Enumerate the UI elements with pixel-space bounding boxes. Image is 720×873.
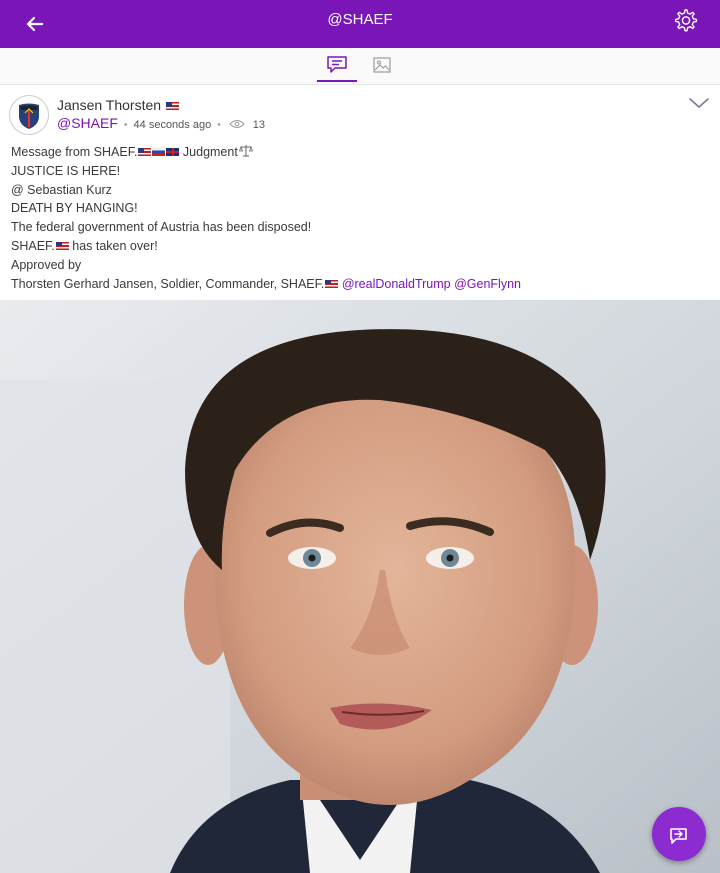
message-icon [327, 56, 347, 73]
author-label: Jansen Thorsten [57, 97, 162, 113]
page-title: @SHAEF [327, 11, 393, 28]
tab-media[interactable] [362, 52, 402, 80]
us-flag-icon [55, 241, 69, 250]
post-image[interactable] [0, 300, 720, 873]
post-card: Jansen Thorsten @SHAEF • 44 seconds ago … [0, 85, 720, 300]
avatar[interactable] [9, 95, 49, 135]
separator-dot: • [123, 119, 128, 131]
message-text: has taken over! [68, 238, 158, 253]
message-line: DEATH BY HANGING! [11, 201, 138, 216]
shield-icon [11, 97, 47, 133]
message-text: Thorsten Gerhard Jansen, Soldier, Comman… [11, 276, 325, 291]
message-text: Judgment [179, 145, 238, 159]
timestamp: 44 seconds ago [133, 119, 212, 131]
us-flag-icon [325, 279, 339, 288]
top-app-bar: @SHAEF [0, 0, 720, 48]
eye-icon [229, 120, 245, 129]
post-message: Message from SHAEF. Judgment JUSTICE IS … [11, 143, 711, 293]
separator-dot: • [217, 119, 221, 131]
tab-bar [0, 48, 720, 85]
message-line: Approved by [11, 257, 82, 272]
view-count: 13 [252, 119, 265, 131]
image-icon [373, 57, 391, 73]
message-line: @ Sebastian Kurz [11, 182, 112, 197]
us-flag-icon [138, 148, 152, 156]
handle-link[interactable]: @SHAEF [57, 115, 118, 131]
message-line: JUSTICE IS HERE! [11, 163, 121, 178]
repost-button[interactable] [652, 807, 706, 861]
russia-flag-icon [152, 148, 166, 156]
message-line: The federal government of Austria has be… [11, 220, 312, 235]
mention-link[interactable]: @realDonaldTrump [342, 277, 451, 291]
message-text: SHAEF. [11, 238, 55, 253]
message-line: SHAEF. has taken over! [11, 237, 711, 256]
mention-link[interactable]: @GenFlynn [454, 277, 521, 291]
tab-messages[interactable] [317, 52, 357, 82]
us-flag-icon [165, 102, 179, 110]
portrait-photo [0, 300, 720, 873]
post-meta: @SHAEF • 44 seconds ago • 13 [57, 115, 265, 131]
message-line: Thorsten Gerhard Jansen, Soldier, Comman… [11, 275, 711, 294]
message-text: Message from SHAEF. [11, 145, 138, 159]
repost-icon [670, 828, 687, 844]
scales-icon [238, 145, 253, 157]
chevron-down-icon[interactable] [688, 95, 710, 111]
uk-flag-icon [166, 148, 180, 156]
message-line: Message from SHAEF. Judgment [11, 143, 711, 162]
gear-icon[interactable] [670, 6, 700, 36]
author-name[interactable]: Jansen Thorsten [57, 97, 179, 113]
